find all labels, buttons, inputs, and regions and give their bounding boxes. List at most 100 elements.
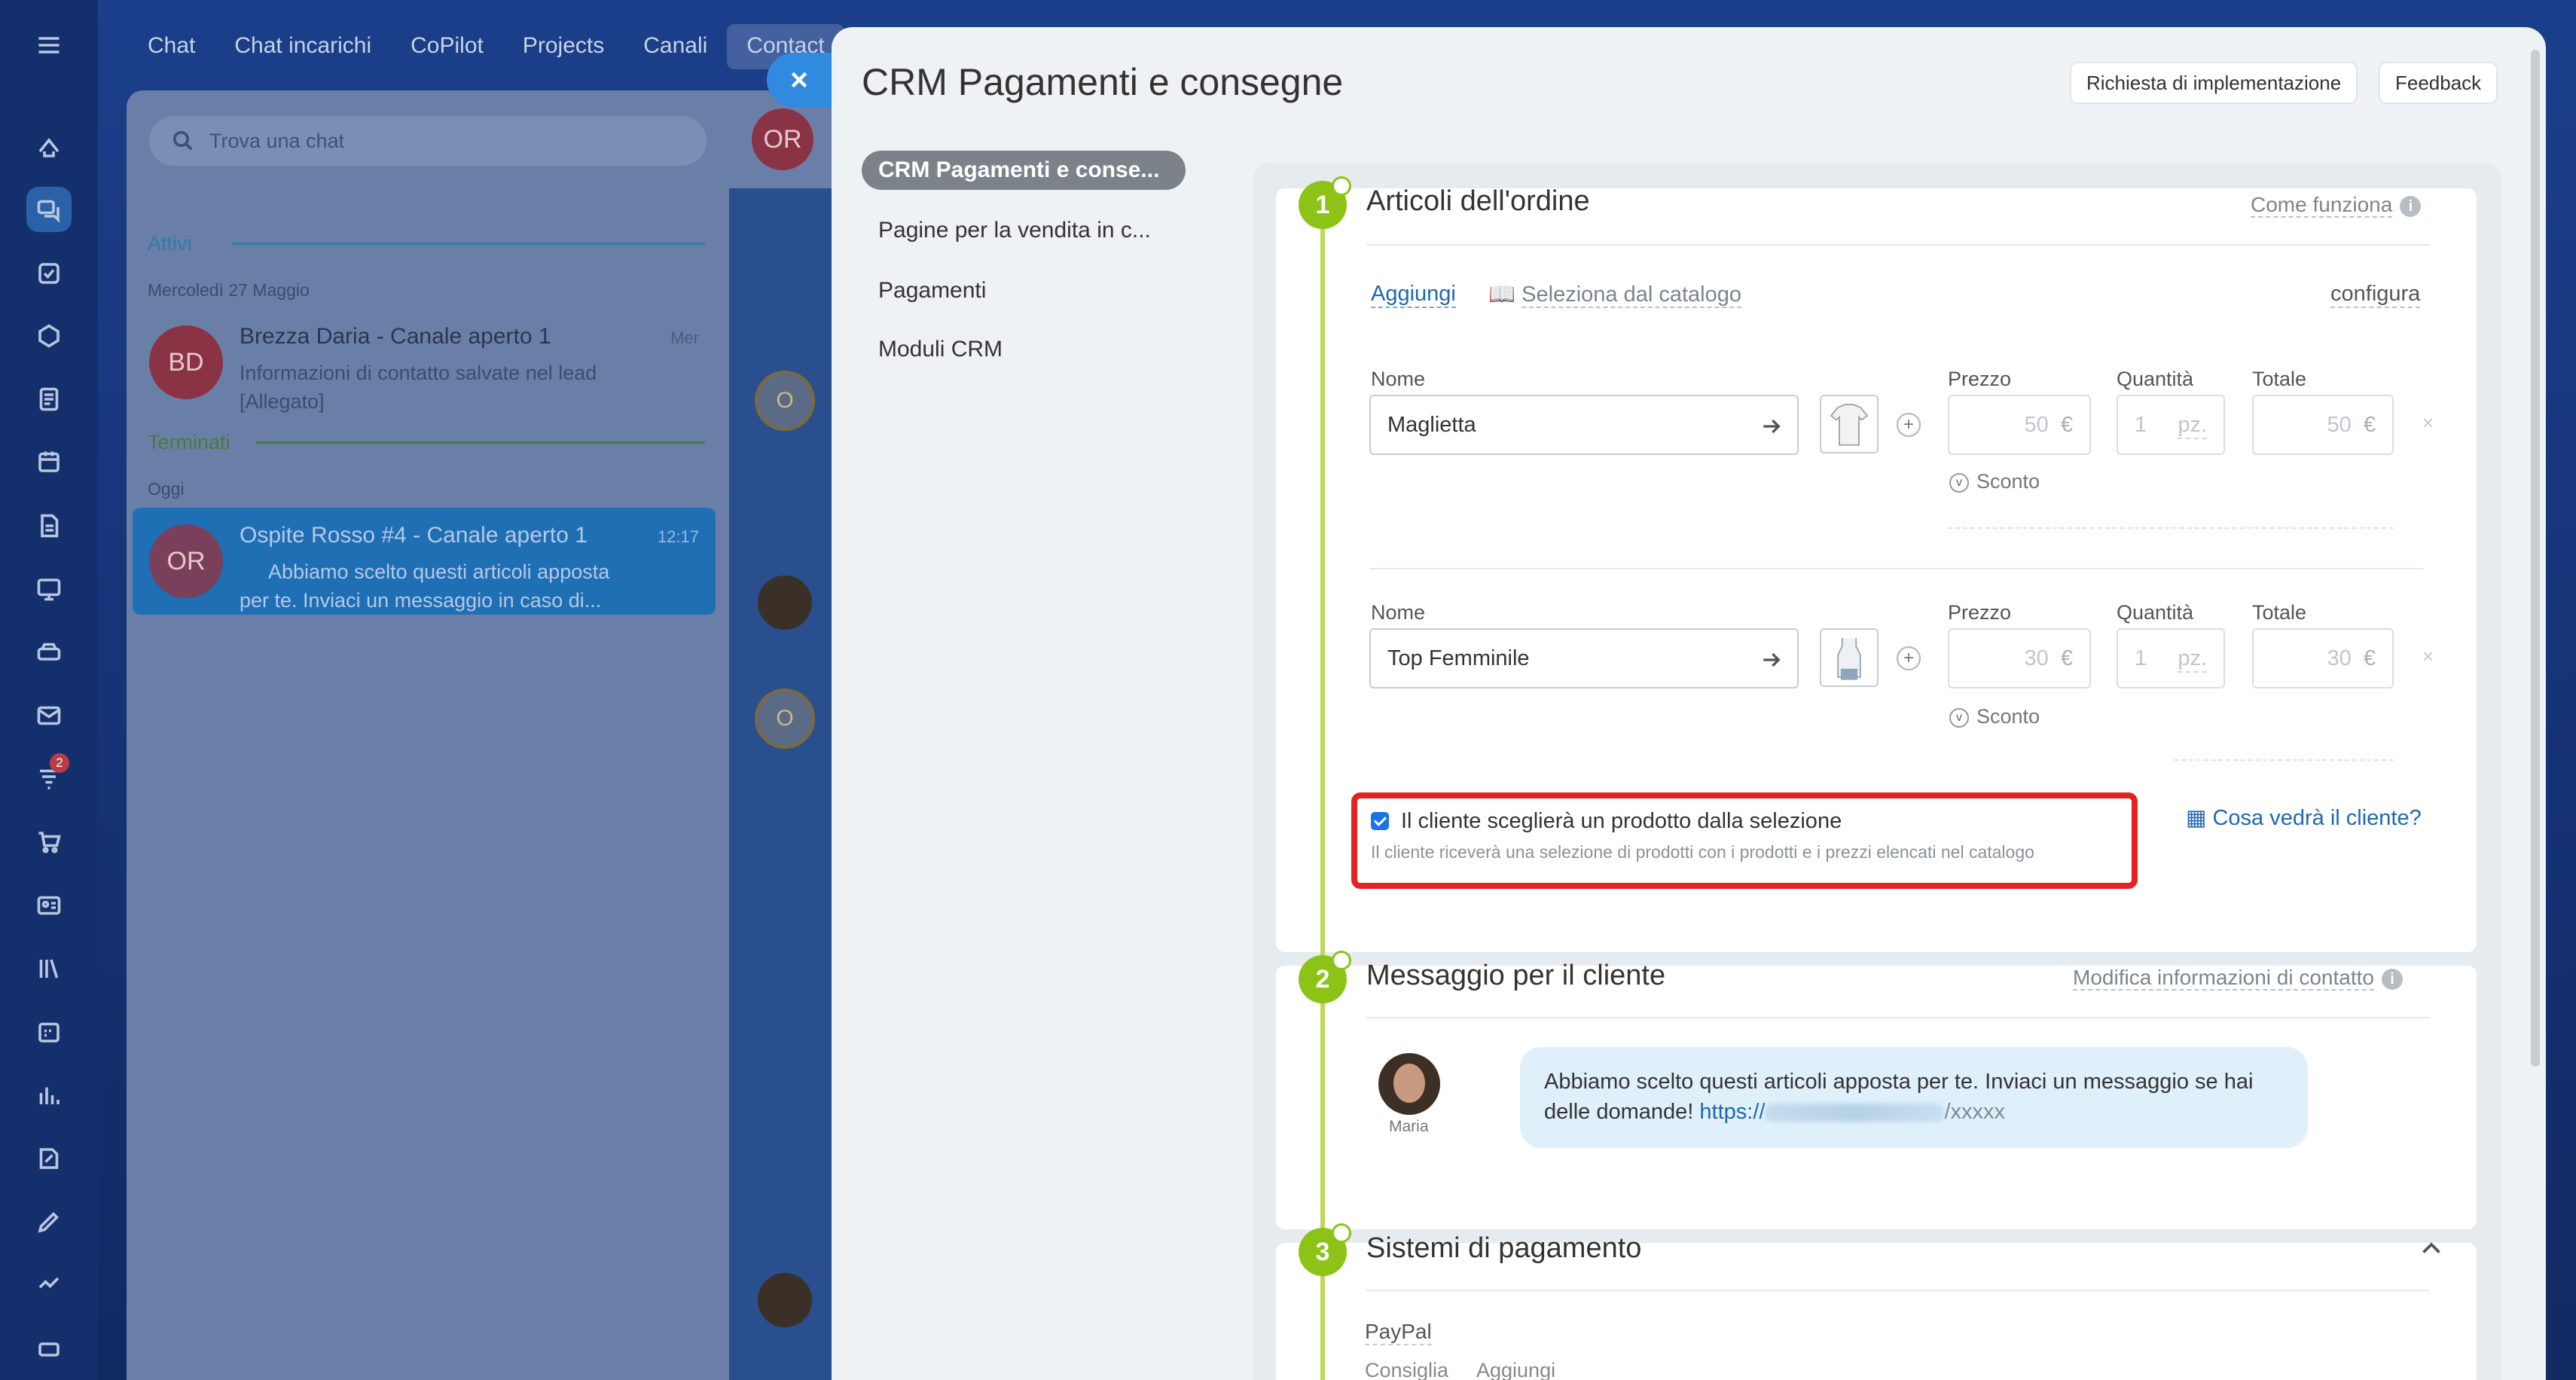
- product-name-input[interactable]: Top Femminile: [1369, 628, 1799, 688]
- calendar-icon[interactable]: [26, 439, 72, 484]
- chat-list-item-selected[interactable]: OR Ospite Rosso #4 - Canale aperto 1 12:…: [133, 508, 716, 615]
- sign-icon[interactable]: [26, 1136, 72, 1181]
- info-icon: i: [2381, 968, 2403, 990]
- remove-product-icon[interactable]: ×: [2422, 645, 2434, 668]
- step-number: 3: [1315, 1237, 1330, 1266]
- step-number: 2: [1315, 964, 1330, 994]
- avatar: [755, 1270, 815, 1330]
- unit-value[interactable]: pz.: [2178, 413, 2207, 439]
- recommend-link[interactable]: Consiglia: [1365, 1359, 1448, 1380]
- storage-icon[interactable]: [26, 630, 72, 675]
- menu-item-crm-payments[interactable]: CRM Pagamenti e conse...: [862, 151, 1186, 190]
- arrow-right-icon[interactable]: [1760, 648, 1784, 672]
- crm-icon[interactable]: [26, 313, 72, 359]
- discount-toggle[interactable]: v Sconto: [1949, 470, 2040, 493]
- message-bubble[interactable]: Abbiamo scelto questi articoli apposta p…: [1520, 1047, 2308, 1148]
- highlight-box: [1351, 792, 2138, 889]
- chat-last-message: Abbiamo scelto questi articoli apposta p…: [240, 560, 610, 612]
- add-product-link[interactable]: Aggiungi: [1371, 282, 1456, 308]
- message-link[interactable]: https:///xxxxx: [1699, 1100, 2005, 1124]
- menu-item-payments[interactable]: Pagamenti: [862, 271, 1003, 310]
- how-it-works-label: Come funziona: [2251, 193, 2393, 218]
- remove-product-icon[interactable]: ×: [2422, 411, 2434, 435]
- analytics-icon[interactable]: [26, 1073, 72, 1118]
- more-icon[interactable]: [26, 1326, 72, 1371]
- tasks-icon[interactable]: [26, 251, 72, 296]
- avatar: OR: [149, 524, 223, 598]
- menu-item-crm-modules[interactable]: Moduli CRM: [862, 330, 1019, 369]
- product-name-input[interactable]: Maglietta: [1369, 395, 1799, 455]
- quantity-field[interactable]: 1 pz.: [2117, 395, 2225, 455]
- quantity-value: 1: [2135, 646, 2147, 670]
- contact-card-icon[interactable]: [26, 883, 72, 928]
- divider: [1366, 1290, 2430, 1291]
- quantity-label: Quantità: [2117, 601, 2194, 624]
- edit-contact-link[interactable]: Modifica informazioni di contatto i: [2073, 966, 2403, 991]
- unit-value[interactable]: pz.: [2178, 646, 2207, 673]
- avatar: O: [755, 371, 815, 431]
- avatar: BD: [149, 325, 223, 399]
- tab-copilot[interactable]: CoPilot: [391, 24, 503, 69]
- how-it-works-link[interactable]: Come funziona i: [2251, 193, 2422, 218]
- avatar: [1378, 1053, 1440, 1115]
- total-label: Totale: [2252, 368, 2307, 390]
- product-selection-checkbox[interactable]: [1371, 812, 1389, 830]
- crm-payments-slider: CRM Pagamenti e consegne Richiesta di im…: [832, 27, 2546, 1380]
- cart-icon[interactable]: [26, 820, 72, 865]
- library-icon[interactable]: [26, 946, 72, 991]
- total-label: Totale: [2252, 601, 2307, 624]
- planner-icon[interactable]: [26, 1009, 72, 1055]
- implementation-request-button[interactable]: Richiesta di implementazione: [2070, 62, 2358, 104]
- file-icon[interactable]: [26, 503, 72, 548]
- arrow-right-icon[interactable]: [1760, 414, 1784, 438]
- search-icon: [172, 130, 193, 151]
- product-image[interactable]: [1820, 395, 1879, 453]
- preview-link[interactable]: ▦ Cosa vedrà il cliente?: [2186, 804, 2422, 831]
- add-payment-link[interactable]: Aggiungi: [1476, 1359, 1555, 1380]
- chat-search-input[interactable]: Trova una chat: [149, 116, 707, 166]
- chat-time: Mer: [670, 328, 699, 347]
- divider: [1366, 1017, 2430, 1018]
- chat-list-item[interactable]: BD Brezza Daria - Canale aperto 1 Mer In…: [133, 309, 716, 416]
- price-field[interactable]: 50 €: [1948, 395, 2091, 455]
- automation-icon[interactable]: [26, 1262, 72, 1308]
- chat-name: Brezza Daria - Canale aperto 1: [240, 324, 551, 349]
- board-icon[interactable]: [26, 566, 72, 612]
- feedback-button[interactable]: Feedback: [2379, 62, 2498, 104]
- mail-icon[interactable]: [26, 693, 72, 738]
- price-field[interactable]: 30 €: [1948, 628, 2091, 688]
- edit-icon[interactable]: [26, 1199, 72, 1244]
- chevron-up-icon[interactable]: [2418, 1235, 2445, 1262]
- check-icon: [1332, 176, 1351, 196]
- payment-system-name[interactable]: PayPal: [1365, 1320, 1432, 1345]
- menu-icon[interactable]: [26, 23, 72, 68]
- documents-icon[interactable]: [26, 377, 72, 422]
- tab-canali[interactable]: Canali: [624, 24, 727, 69]
- chevron-down-icon: v: [1949, 707, 1969, 728]
- tab-projects[interactable]: Projects: [503, 24, 624, 69]
- price-value: 30 €: [2024, 646, 2073, 670]
- qr-icon: ▦: [2186, 806, 2207, 830]
- chat-time: 12:17: [657, 527, 699, 546]
- chevron-down-icon: v: [1949, 472, 1969, 493]
- step-badge: 2: [1299, 951, 1351, 1003]
- scrollbar[interactable]: [2531, 50, 2540, 1067]
- avatar: OR: [752, 108, 813, 170]
- checkbox-label[interactable]: Il cliente sceglierà un prodotto dalla s…: [1401, 809, 1842, 834]
- feed-icon[interactable]: [26, 124, 72, 169]
- select-catalog-link[interactable]: 📖 Seleziona dal catalogo: [1488, 282, 1741, 308]
- divider: [1948, 527, 2394, 529]
- menu-item-sales-pages[interactable]: Pagine per la vendita in c...: [862, 211, 1167, 250]
- product-image[interactable]: [1820, 628, 1879, 687]
- step-number: 1: [1315, 190, 1330, 219]
- plus-icon[interactable]: +: [1897, 413, 1921, 437]
- plus-icon[interactable]: +: [1897, 646, 1921, 670]
- discount-toggle[interactable]: v Sconto: [1949, 705, 2040, 728]
- chat-icon[interactable]: [26, 187, 72, 232]
- name-label: Nome: [1371, 601, 1426, 624]
- product-name-value: Maglietta: [1387, 413, 1476, 437]
- tab-chat-incarichi[interactable]: Chat incarichi: [215, 24, 391, 69]
- tab-chat[interactable]: Chat: [128, 24, 215, 69]
- quantity-field[interactable]: 1 pz.: [2117, 628, 2225, 688]
- configure-link[interactable]: configura: [2330, 282, 2421, 308]
